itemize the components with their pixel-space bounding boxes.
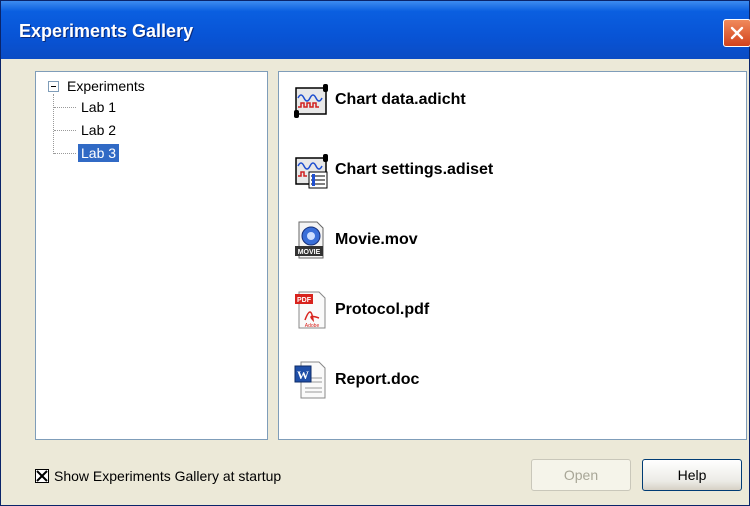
show-at-startup-label: Show Experiments Gallery at startup: [54, 468, 282, 484]
show-at-startup-row[interactable]: Show Experiments Gallery at startup: [35, 468, 281, 484]
file-name: Chart settings.adiset: [335, 161, 494, 178]
svg-text:MOVIE: MOVIE: [298, 249, 321, 256]
tree-item-label: Lab 1: [81, 99, 117, 115]
svg-text:PDF: PDF: [297, 297, 312, 304]
svg-text:W: W: [297, 368, 309, 382]
file-movie[interactable]: MOVIE Movie.mov: [293, 220, 418, 260]
quicktime-movie-icon: MOVIE: [295, 221, 324, 259]
word-document-icon: W: [294, 361, 326, 399]
experiments-gallery-dialog: Experiments Gallery Experiments Lab 1 La…: [0, 0, 750, 506]
close-icon: [730, 26, 744, 40]
help-button[interactable]: Help: [642, 459, 742, 491]
file-protocol[interactable]: PDF Adobe Protocol.pdf: [293, 290, 429, 330]
show-at-startup-checkbox[interactable]: [35, 469, 49, 483]
tree-item-lab-1[interactable]: Lab 1: [54, 98, 119, 116]
file-name: Chart data.adicht: [335, 91, 466, 108]
tree-item-label: Lab 2: [81, 122, 117, 138]
file-chart-settings[interactable]: Chart settings.adiset: [293, 150, 493, 190]
chart-data-icon: [294, 84, 328, 118]
checkmark-icon: [36, 470, 48, 482]
title-bar[interactable]: Experiments Gallery: [1, 1, 750, 59]
experiments-tree[interactable]: Experiments Lab 1 Lab 2 Lab 3: [35, 71, 268, 440]
svg-text:Adobe: Adobe: [305, 323, 320, 329]
close-button[interactable]: [723, 19, 750, 47]
tree-root-experiments[interactable]: Experiments: [48, 78, 145, 94]
file-name: Protocol.pdf: [335, 301, 430, 318]
pdf-icon: PDF Adobe: [295, 291, 326, 329]
collapse-icon[interactable]: [48, 80, 59, 92]
tree-item-label: Lab 3: [78, 144, 120, 162]
file-name: Report.doc: [335, 371, 420, 388]
file-name: Movie.mov: [335, 231, 418, 248]
tree-item-lab-3[interactable]: Lab 3: [54, 144, 120, 162]
tree-item-lab-2[interactable]: Lab 2: [54, 121, 119, 139]
open-button[interactable]: Open: [531, 459, 631, 491]
file-report[interactable]: W Report.doc: [293, 360, 419, 400]
tree-root-label: Experiments: [67, 78, 145, 94]
chart-settings-icon: [295, 154, 328, 189]
window-title: Experiments Gallery: [19, 21, 194, 41]
file-chart-data[interactable]: Chart data.adicht: [293, 80, 466, 120]
files-list[interactable]: Chart data.adicht Chart settings.adiset: [278, 71, 747, 440]
